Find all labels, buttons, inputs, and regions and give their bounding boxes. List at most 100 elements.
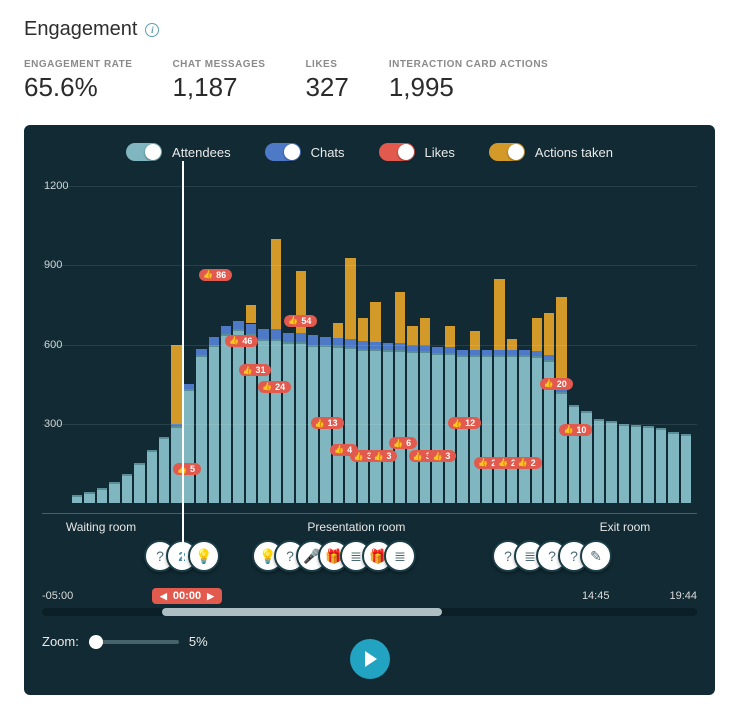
bar-chats bbox=[320, 337, 330, 345]
thumb-icon: 👍 bbox=[374, 452, 384, 461]
bar-attendees bbox=[109, 482, 119, 503]
legend: AttendeesChatsLikesActions taken bbox=[42, 143, 697, 161]
bar-attendees bbox=[432, 353, 442, 503]
like-badge[interactable]: 👍10 bbox=[559, 424, 592, 436]
bar-column bbox=[72, 495, 82, 503]
legend-toggle[interactable] bbox=[265, 143, 301, 161]
bar-attendees bbox=[246, 334, 256, 503]
y-tick-label: 900 bbox=[44, 259, 62, 271]
info-icon[interactable]: i bbox=[145, 23, 159, 37]
like-badge[interactable]: 👍13 bbox=[311, 417, 344, 429]
bar-attendees bbox=[656, 428, 666, 503]
like-badge[interactable]: 👍54 bbox=[284, 315, 317, 327]
engagement-chart: 3006009001200👍86👍5👍46👍31👍24👍54👍13👍4👍3👍3👍… bbox=[42, 173, 697, 503]
bar-attendees bbox=[482, 355, 492, 503]
like-badge[interactable]: 👍3 bbox=[428, 450, 456, 462]
like-badge[interactable]: 👍5 bbox=[173, 463, 201, 475]
bar-attendees bbox=[283, 342, 293, 503]
bar-attendees bbox=[457, 355, 467, 503]
play-button[interactable] bbox=[350, 639, 390, 679]
bar-chats bbox=[271, 329, 281, 340]
like-count: 20 bbox=[557, 379, 567, 389]
like-count: 24 bbox=[275, 382, 285, 392]
thumb-icon: 👍 bbox=[262, 382, 272, 391]
bar-attendees bbox=[296, 342, 306, 503]
legend-toggle[interactable] bbox=[489, 143, 525, 161]
legend-label: Actions taken bbox=[535, 145, 613, 160]
legend-label: Chats bbox=[311, 145, 345, 160]
bar-attendees bbox=[519, 355, 529, 503]
time-current-pill[interactable]: ◀ 00:00 ▶ bbox=[152, 588, 222, 604]
zoom-slider[interactable] bbox=[89, 640, 179, 644]
thumb-icon: 👍 bbox=[544, 379, 554, 388]
like-badge[interactable]: 👍2 bbox=[514, 457, 542, 469]
step-back-icon[interactable]: ◀ bbox=[160, 591, 167, 602]
bar-column bbox=[109, 482, 119, 503]
bar-column bbox=[221, 326, 231, 503]
bar-attendees bbox=[370, 349, 380, 503]
like-count: 13 bbox=[328, 418, 338, 428]
bar-attendees bbox=[184, 389, 194, 503]
bar-actions bbox=[544, 313, 554, 355]
legend-toggle[interactable] bbox=[126, 143, 162, 161]
thumb-icon: 👍 bbox=[229, 336, 239, 345]
like-count: 2 bbox=[531, 458, 536, 468]
bar-attendees bbox=[606, 421, 616, 503]
bar-chats bbox=[233, 321, 243, 329]
bar-column bbox=[507, 350, 517, 503]
thumb-icon: 👍 bbox=[243, 366, 253, 375]
like-badge[interactable]: 👍12 bbox=[448, 417, 481, 429]
bar-chats bbox=[221, 326, 231, 334]
thumb-icon: 👍 bbox=[452, 419, 462, 428]
bar-chats bbox=[209, 337, 219, 345]
bar-attendees bbox=[147, 450, 157, 503]
time-scrubber[interactable] bbox=[182, 161, 184, 565]
zoom-value: 5% bbox=[189, 634, 208, 649]
like-badge[interactable]: 👍86 bbox=[199, 269, 232, 281]
kpi-row: ENGAGEMENT RATE65.6%CHAT MESSAGES1,187LI… bbox=[24, 59, 715, 103]
bar-attendees bbox=[594, 419, 604, 503]
step-forward-icon[interactable]: ▶ bbox=[207, 591, 214, 602]
kpi-label: ENGAGEMENT RATE bbox=[24, 59, 132, 70]
like-badge[interactable]: 👍20 bbox=[540, 378, 573, 390]
bar-attendees bbox=[134, 463, 144, 503]
bar-column bbox=[681, 434, 691, 503]
like-count: 10 bbox=[576, 425, 586, 435]
bar-attendees bbox=[84, 492, 94, 503]
like-badge[interactable]: 👍6 bbox=[389, 437, 417, 449]
like-badge[interactable]: 👍46 bbox=[225, 335, 258, 347]
timeline-track[interactable] bbox=[42, 608, 697, 616]
bar-actions bbox=[556, 297, 566, 389]
bar-attendees bbox=[233, 329, 243, 503]
zoom-knob[interactable] bbox=[89, 635, 103, 649]
bar-column bbox=[209, 337, 219, 503]
bar-column bbox=[606, 421, 616, 503]
kpi-label: LIKES bbox=[305, 59, 348, 70]
bar-column bbox=[147, 450, 157, 503]
like-badge[interactable]: 👍3 bbox=[370, 450, 398, 462]
like-badge[interactable]: 👍24 bbox=[258, 381, 291, 393]
kpi-2: LIKES327 bbox=[305, 59, 348, 103]
like-count: 54 bbox=[301, 316, 311, 326]
bulb-icon[interactable]: 💡 bbox=[188, 540, 220, 572]
bar-attendees bbox=[395, 350, 405, 503]
icon-stack: ?2💡 bbox=[154, 540, 220, 572]
like-badge[interactable]: 👍31 bbox=[239, 364, 272, 376]
bar-column bbox=[159, 437, 169, 503]
legend-toggle[interactable] bbox=[379, 143, 415, 161]
icon-stack: 💡?🎤🎁≣🎁≣ bbox=[262, 540, 416, 572]
bar-column bbox=[258, 329, 268, 503]
bar-attendees bbox=[72, 495, 82, 503]
bar-actions bbox=[358, 318, 368, 340]
list-icon[interactable]: ≣ bbox=[384, 540, 416, 572]
bar-attendees bbox=[159, 437, 169, 503]
bar-column bbox=[494, 350, 504, 503]
like-count: 6 bbox=[406, 438, 411, 448]
pencil-icon[interactable]: ✎ bbox=[580, 540, 612, 572]
gridline bbox=[42, 345, 697, 346]
kpi-value: 1,187 bbox=[172, 72, 265, 103]
bar-actions bbox=[345, 258, 355, 340]
bar-attendees bbox=[470, 355, 480, 503]
bar-attendees bbox=[569, 405, 579, 503]
bar-column bbox=[482, 350, 492, 503]
